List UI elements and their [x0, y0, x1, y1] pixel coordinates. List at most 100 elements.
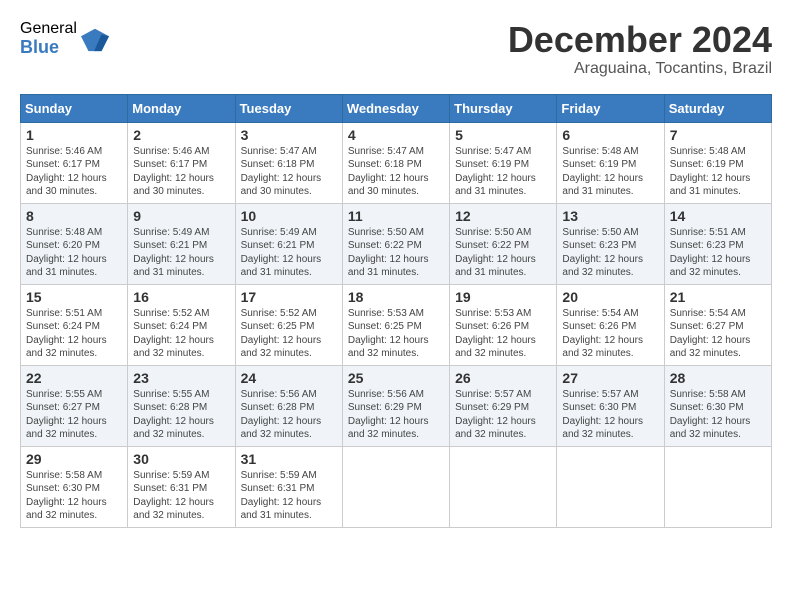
calendar-day-cell: 23 Sunrise: 5:55 AMSunset: 6:28 PMDayligh…: [128, 365, 235, 446]
day-info: Sunrise: 5:47 AMSunset: 6:19 PMDaylight:…: [455, 145, 551, 199]
day-number: 22: [26, 370, 122, 386]
weekday-header-friday: Friday: [557, 94, 664, 122]
header: General Blue December 2024 Araguaina, To…: [20, 20, 772, 78]
weekday-header-row: SundayMondayTuesdayWednesdayThursdayFrid…: [21, 94, 772, 122]
day-number: 12: [455, 208, 551, 224]
weekday-header-thursday: Thursday: [450, 94, 557, 122]
calendar-day-cell: 19 Sunrise: 5:53 AMSunset: 6:26 PMDayligh…: [450, 284, 557, 365]
calendar-day-cell: 8Sunrise: 5:48 AMSunset: 6:20 PMDaylight…: [21, 203, 128, 284]
calendar-week-row: 22 Sunrise: 5:55 AMSunset: 6:27 PMDayligh…: [21, 365, 772, 446]
calendar-day-cell: 6Sunrise: 5:48 AMSunset: 6:19 PMDaylight…: [557, 122, 664, 203]
calendar-day-cell: [342, 446, 449, 527]
calendar-day-cell: [664, 446, 771, 527]
day-number: 8: [26, 208, 122, 224]
day-info: Sunrise: 5:48 AMSunset: 6:19 PMDaylight:…: [562, 145, 658, 199]
day-info: Sunrise: 5:56 AMSunset: 6:28 PMDaylight:…: [241, 388, 337, 442]
day-number: 29: [26, 451, 122, 467]
day-number: 30: [133, 451, 229, 467]
weekday-header-monday: Monday: [128, 94, 235, 122]
calendar-day-cell: [450, 446, 557, 527]
calendar-week-row: 29 Sunrise: 5:58 AMSunset: 6:30 PMDayligh…: [21, 446, 772, 527]
calendar-day-cell: 15 Sunrise: 5:51 AMSunset: 6:24 PMDayligh…: [21, 284, 128, 365]
day-number: 17: [241, 289, 337, 305]
weekday-header-wednesday: Wednesday: [342, 94, 449, 122]
calendar-day-cell: 24 Sunrise: 5:56 AMSunset: 6:28 PMDayligh…: [235, 365, 342, 446]
calendar-week-row: 8Sunrise: 5:48 AMSunset: 6:20 PMDaylight…: [21, 203, 772, 284]
day-info: Sunrise: 5:55 AMSunset: 6:28 PMDaylight:…: [133, 388, 229, 442]
day-info: Sunrise: 5:50 AMSunset: 6:22 PMDaylight:…: [455, 226, 551, 280]
day-info: Sunrise: 5:53 AMSunset: 6:26 PMDaylight:…: [455, 307, 551, 361]
logo-blue: Blue: [20, 38, 77, 58]
calendar-week-row: 15 Sunrise: 5:51 AMSunset: 6:24 PMDayligh…: [21, 284, 772, 365]
title-section: December 2024 Araguaina, Tocantins, Braz…: [508, 20, 772, 78]
calendar-day-cell: 1 Sunrise: 5:46 AMSunset: 6:17 PMDaylight…: [21, 122, 128, 203]
day-number: 2: [133, 127, 229, 143]
calendar-day-cell: 31 Sunrise: 5:59 AMSunset: 6:31 PMDayligh…: [235, 446, 342, 527]
calendar-day-cell: 27Sunrise: 5:57 AMSunset: 6:30 PMDayligh…: [557, 365, 664, 446]
calendar-day-cell: 2 Sunrise: 5:46 AMSunset: 6:17 PMDaylight…: [128, 122, 235, 203]
day-number: 14: [670, 208, 766, 224]
calendar-day-cell: 14 Sunrise: 5:51 AMSunset: 6:23 PMDayligh…: [664, 203, 771, 284]
day-info: Sunrise: 5:58 AMSunset: 6:30 PMDaylight:…: [26, 469, 122, 523]
calendar-day-cell: 21Sunrise: 5:54 AMSunset: 6:27 PMDayligh…: [664, 284, 771, 365]
calendar-day-cell: 3 Sunrise: 5:47 AMSunset: 6:18 PMDaylight…: [235, 122, 342, 203]
calendar-day-cell: 18Sunrise: 5:53 AMSunset: 6:25 PMDayligh…: [342, 284, 449, 365]
day-info: Sunrise: 5:51 AMSunset: 6:23 PMDaylight:…: [670, 226, 766, 280]
logo-general: General: [20, 20, 77, 38]
calendar-day-cell: 11Sunrise: 5:50 AMSunset: 6:22 PMDayligh…: [342, 203, 449, 284]
day-info: Sunrise: 5:47 AMSunset: 6:18 PMDaylight:…: [348, 145, 444, 199]
day-info: Sunrise: 5:49 AMSunset: 6:21 PMDaylight:…: [241, 226, 337, 280]
day-info: Sunrise: 5:59 AMSunset: 6:31 PMDaylight:…: [241, 469, 337, 523]
calendar-day-cell: 20 Sunrise: 5:54 AMSunset: 6:26 PMDayligh…: [557, 284, 664, 365]
calendar-day-cell: [557, 446, 664, 527]
day-info: Sunrise: 5:56 AMSunset: 6:29 PMDaylight:…: [348, 388, 444, 442]
day-info: Sunrise: 5:47 AMSunset: 6:18 PMDaylight:…: [241, 145, 337, 199]
calendar-day-cell: 12 Sunrise: 5:50 AMSunset: 6:22 PMDayligh…: [450, 203, 557, 284]
day-info: Sunrise: 5:54 AMSunset: 6:26 PMDaylight:…: [562, 307, 658, 361]
day-number: 15: [26, 289, 122, 305]
calendar-day-cell: 22 Sunrise: 5:55 AMSunset: 6:27 PMDayligh…: [21, 365, 128, 446]
day-number: 20: [562, 289, 658, 305]
calendar-day-cell: 4 Sunrise: 5:47 AMSunset: 6:18 PMDaylight…: [342, 122, 449, 203]
calendar-day-cell: 10 Sunrise: 5:49 AMSunset: 6:21 PMDayligh…: [235, 203, 342, 284]
day-number: 24: [241, 370, 337, 386]
day-number: 28: [670, 370, 766, 386]
day-info: Sunrise: 5:46 AMSunset: 6:17 PMDaylight:…: [26, 145, 122, 199]
day-number: 19: [455, 289, 551, 305]
day-info: Sunrise: 5:51 AMSunset: 6:24 PMDaylight:…: [26, 307, 122, 361]
day-number: 3: [241, 127, 337, 143]
day-number: 4: [348, 127, 444, 143]
day-info: Sunrise: 5:49 AMSunset: 6:21 PMDaylight:…: [133, 226, 229, 280]
calendar-day-cell: 29 Sunrise: 5:58 AMSunset: 6:30 PMDayligh…: [21, 446, 128, 527]
calendar-day-cell: 26Sunrise: 5:57 AMSunset: 6:29 PMDayligh…: [450, 365, 557, 446]
calendar-day-cell: 28 Sunrise: 5:58 AMSunset: 6:30 PMDayligh…: [664, 365, 771, 446]
location-subtitle: Araguaina, Tocantins, Brazil: [508, 60, 772, 78]
logo-icon: [81, 25, 109, 53]
day-number: 11: [348, 208, 444, 224]
day-info: Sunrise: 5:52 AMSunset: 6:25 PMDaylight:…: [241, 307, 337, 361]
day-number: 13: [562, 208, 658, 224]
weekday-header-saturday: Saturday: [664, 94, 771, 122]
day-number: 27: [562, 370, 658, 386]
day-number: 26: [455, 370, 551, 386]
day-info: Sunrise: 5:58 AMSunset: 6:30 PMDaylight:…: [670, 388, 766, 442]
day-number: 16: [133, 289, 229, 305]
day-number: 10: [241, 208, 337, 224]
calendar-day-cell: 13 Sunrise: 5:50 AMSunset: 6:23 PMDayligh…: [557, 203, 664, 284]
day-info: Sunrise: 5:55 AMSunset: 6:27 PMDaylight:…: [26, 388, 122, 442]
month-year-title: December 2024: [508, 20, 772, 60]
calendar-day-cell: 25Sunrise: 5:56 AMSunset: 6:29 PMDayligh…: [342, 365, 449, 446]
day-number: 7: [670, 127, 766, 143]
day-info: Sunrise: 5:46 AMSunset: 6:17 PMDaylight:…: [133, 145, 229, 199]
day-info: Sunrise: 5:50 AMSunset: 6:23 PMDaylight:…: [562, 226, 658, 280]
logo-text: General Blue: [20, 20, 77, 57]
calendar-day-cell: 5Sunrise: 5:47 AMSunset: 6:19 PMDaylight…: [450, 122, 557, 203]
weekday-header-sunday: Sunday: [21, 94, 128, 122]
day-number: 18: [348, 289, 444, 305]
day-info: Sunrise: 5:52 AMSunset: 6:24 PMDaylight:…: [133, 307, 229, 361]
day-number: 23: [133, 370, 229, 386]
day-info: Sunrise: 5:54 AMSunset: 6:27 PMDaylight:…: [670, 307, 766, 361]
day-number: 31: [241, 451, 337, 467]
calendar-week-row: 1 Sunrise: 5:46 AMSunset: 6:17 PMDaylight…: [21, 122, 772, 203]
day-number: 1: [26, 127, 122, 143]
